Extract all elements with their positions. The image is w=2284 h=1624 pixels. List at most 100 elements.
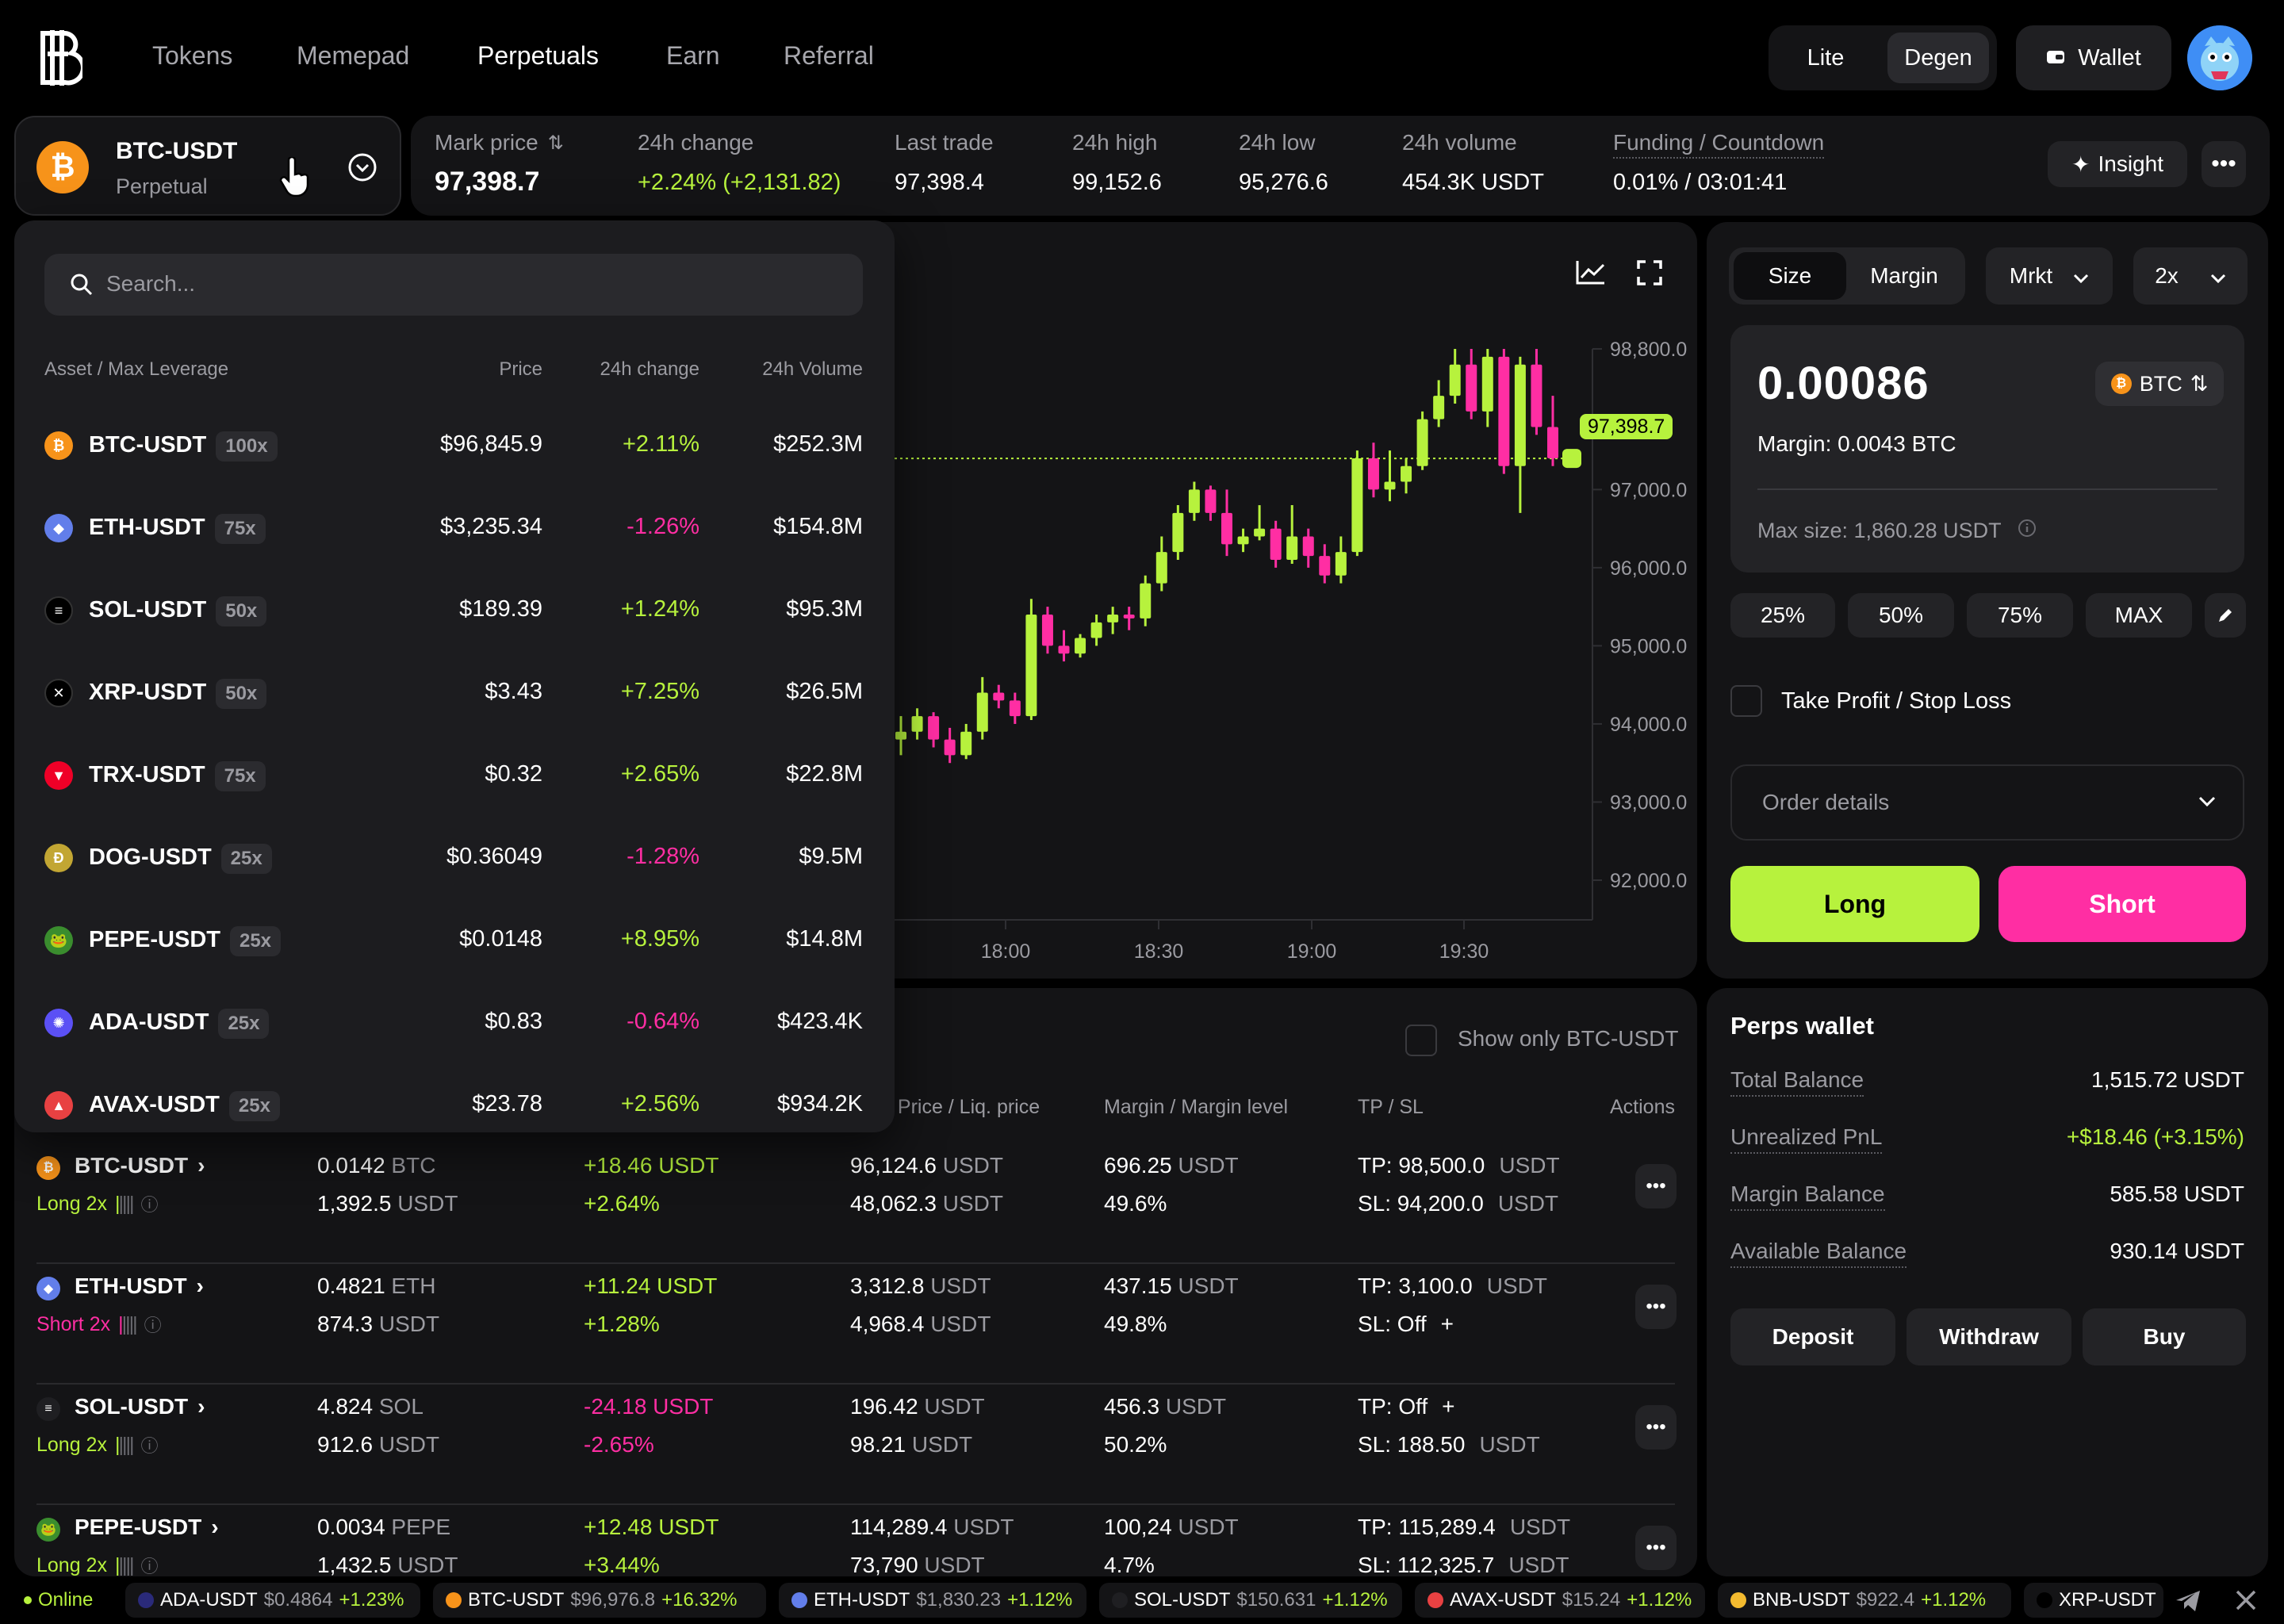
pnl-percent: +3.44% [584,1553,660,1577]
info-icon[interactable]: ⓘ [140,1553,158,1578]
withdraw-button[interactable]: Withdraw [1907,1308,2071,1365]
asset-leverage-badge: 75x [214,761,266,791]
telegram-icon[interactable] [2175,1589,2202,1617]
nav-earn[interactable]: Earn [666,41,720,71]
more-icon[interactable]: ••• [1635,1405,1677,1450]
asset-row[interactable]: ◆ ETH-USDT 75x $3,235.34 -1.26% $154.8M [14,485,895,568]
leverage-select[interactable]: 2x [2133,247,2248,304]
nav-tokens[interactable]: Tokens [152,41,232,71]
nav-memepad[interactable]: Memepad [297,41,409,71]
candle-body [1547,427,1558,458]
nav-perpetuals[interactable]: Perpetuals [477,41,599,71]
position-symbol-link[interactable]: SOL-USDT › [75,1394,205,1419]
wallet-row-label[interactable]: Unrealized PnL [1730,1124,1883,1154]
ticker-item[interactable]: SOL-USDT $150.631 +1.12% [1099,1583,1402,1618]
wallet-row-label[interactable]: Available Balance [1730,1239,1907,1268]
plus-icon[interactable]: + [1442,1394,1454,1419]
asset-leverage-badge: 25x [218,1009,270,1039]
price-value: 48,062.3 [850,1191,937,1216]
pct-max-button[interactable]: MAX [2086,593,2192,638]
ticker-item[interactable]: XRP-USDT [2024,1583,2163,1618]
show-only-checkbox[interactable] [1405,1025,1437,1056]
size-value: 0.4821 [317,1274,385,1298]
wallet-button[interactable]: Wallet [2016,25,2171,90]
tab-size[interactable]: Size [1734,252,1846,300]
ticker-item[interactable]: AVAX-USDT $15.24 +1.12% [1415,1583,1705,1618]
edit-icon[interactable] [2205,593,2246,638]
asset-volume: $934.2K [776,1091,863,1116]
more-icon[interactable]: ••• [1635,1285,1677,1329]
asset-row[interactable]: ₿ BTC-USDT 100x $96,845.9 +2.11% $252.3M [14,403,895,485]
info-icon[interactable]: ⓘ [140,1191,158,1216]
position-symbol-link[interactable]: PEPE-USDT › [75,1515,219,1540]
stat-label[interactable]: Funding / Countdown [1613,130,1825,159]
unit-toggle[interactable]: ₿ BTC ⇅ [2095,362,2224,406]
nav-referral[interactable]: Referral [784,41,874,71]
tpsl-checkbox[interactable] [1730,685,1762,717]
stat-value: 95,276.6 [1239,170,1328,195]
entry-price: 96,124.6 USDT [850,1153,1003,1178]
pct-50-button[interactable]: 50% [1848,593,1954,638]
insight-button[interactable]: ✦ Insight [2048,141,2187,187]
x-icon[interactable] [2235,1589,2257,1615]
buy-button[interactable]: Buy [2083,1308,2246,1365]
size-value: 0.0034 [317,1515,385,1539]
chevron-right-icon: › [197,1394,205,1419]
candle-body [1025,615,1037,717]
position-symbol-link[interactable]: ETH-USDT › [75,1274,204,1299]
tp-value: TP: Off + [1358,1394,1455,1419]
candle-body [1155,552,1167,584]
ticker-change: +1.12% [1322,1589,1388,1611]
candle-body [1237,536,1249,545]
pair-selector[interactable]: ₿ BTC-USDT Perpetual [14,116,401,216]
asset-row[interactable]: ▲ AVAX-USDT 25x $23.78 +2.56% $934.2K [14,1063,895,1145]
tab-margin[interactable]: Margin [1848,252,1960,300]
more-icon[interactable]: ••• [1635,1526,1677,1570]
asset-symbol: SOL-USDT [89,597,207,622]
ticker-symbol: AVAX-USDT [1450,1589,1556,1611]
asset-row[interactable]: 🐸 PEPE-USDT 25x $0.0148 +8.95% $14.8M [14,898,895,980]
asset-row[interactable]: ✕ XRP-USDT 50x $3.43 +7.25% $26.5M [14,650,895,733]
pct-75-button[interactable]: 75% [1967,593,2073,638]
more-icon[interactable]: ••• [1635,1164,1677,1208]
row-divider [36,1503,1675,1505]
app-logo[interactable] [36,30,86,86]
info-icon[interactable] [2018,519,2037,543]
swap-vertical-icon[interactable]: ⇅ [548,132,564,155]
search-input[interactable]: Search... [106,271,195,297]
stat-value: 99,152.6 [1072,170,1162,195]
chevron-down-circle-icon[interactable] [347,152,377,186]
asset-symbol: TRX-USDT [89,762,205,787]
short-button[interactable]: Short [1998,866,2246,942]
asset-leverage-badge: 50x [216,679,267,709]
y-tick-label: 93,000.0 [1610,791,1687,814]
ticker-item[interactable]: BTC-USDT $96,976.8 +16.32% [433,1583,766,1618]
search-box[interactable]: Search... [44,254,863,316]
asset-row[interactable]: ▼ TRX-USDT 75x $0.32 +2.65% $22.8M [14,733,895,815]
asset-row[interactable]: ≡ SOL-USDT 50x $189.39 +1.24% $95.3M [14,568,895,650]
position-symbol-link[interactable]: BTC-USDT › [75,1153,205,1178]
plus-icon[interactable]: + [1441,1312,1454,1337]
ticker-item[interactable]: BNB-USDT $922.4 +1.12% [1718,1583,2011,1618]
wallet-row-label[interactable]: Margin Balance [1730,1182,1885,1211]
wallet-row: Margin Balance 585.58 USDT [1730,1182,2244,1213]
long-button[interactable]: Long [1730,866,1979,942]
chevron-down-icon [2198,796,2216,811]
avatar[interactable] [2187,25,2252,90]
wallet-row-label[interactable]: Total Balance [1730,1067,1864,1097]
order-details-toggle[interactable]: Order details [1730,764,2244,841]
more-icon[interactable]: ••• [2202,141,2246,187]
mode-lite[interactable]: Lite [1776,33,1875,83]
order-type-select[interactable]: Mrkt [1986,247,2113,304]
deposit-button[interactable]: Deposit [1730,1308,1895,1365]
ticker-item[interactable]: ADA-USDT $0.4864 +1.23% [125,1583,420,1618]
asset-row[interactable]: ✺ ADA-USDT 25x $0.83 -0.64% $423.4K [14,980,895,1063]
mode-degen[interactable]: Degen [1887,33,1989,83]
info-icon[interactable]: ⓘ [140,1432,158,1457]
info-icon[interactable]: ⓘ [144,1312,162,1337]
asset-row[interactable]: Ð DOG-USDT 25x $0.36049 -1.28% $9.5M [14,815,895,898]
amount-input[interactable]: 0.00086 [1757,357,1930,410]
asset-leverage-badge: 75x [214,514,266,544]
pct-25-button[interactable]: 25% [1730,593,1835,638]
ticker-item[interactable]: ETH-USDT $1,830.23 +1.12% [779,1583,1086,1618]
